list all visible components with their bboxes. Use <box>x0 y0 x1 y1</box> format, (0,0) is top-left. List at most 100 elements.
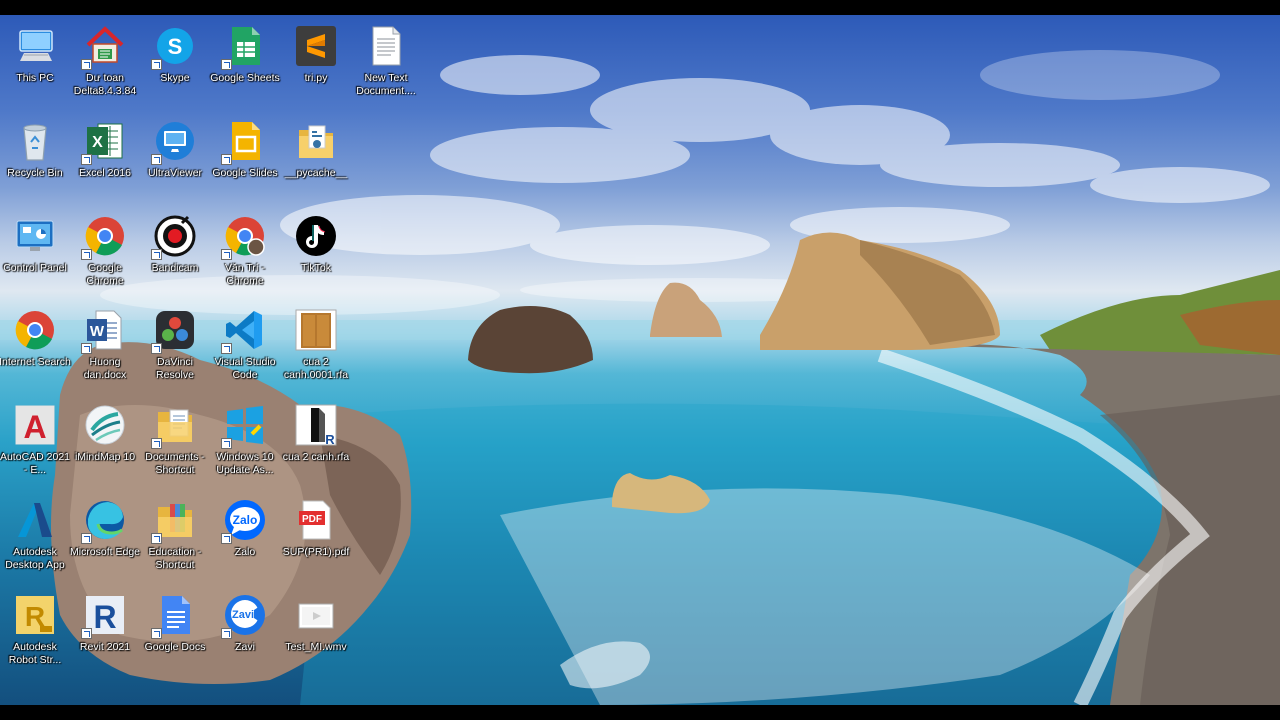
google-sheets-icon <box>221 23 268 70</box>
pdf-icon: PDF <box>293 497 339 543</box>
desktop-icon-davinci-resolve[interactable]: DaVinci Resolve <box>140 307 210 382</box>
icon-label: Education - Shortcut <box>148 546 202 571</box>
desktop-icon-imindmap-10[interactable]: iMindMap 10 <box>70 402 140 464</box>
desktop-icon-microsoft-edge[interactable]: Microsoft Edge <box>70 497 140 559</box>
autodesk-icon <box>12 497 58 543</box>
folder-icon <box>293 118 339 164</box>
desktop-icon-google-docs[interactable]: Google Docs <box>140 592 210 654</box>
revit-family-icon: R <box>293 402 339 448</box>
desktop-icon-test-mi-wmv[interactable]: Test_MI.wmv <box>281 592 351 654</box>
icon-label: Microsoft Edge <box>69 546 141 558</box>
chrome-icon <box>81 213 128 260</box>
icon-label: Google Docs <box>144 641 206 653</box>
shortcut-arrow-icon <box>221 343 232 354</box>
zalo-icon: Zalo <box>221 497 268 544</box>
icon-label: This PC <box>16 72 54 84</box>
icon-label: Huong dan.docx <box>83 356 127 381</box>
desktop-icon-zavi[interactable]: Zavi Zavi <box>210 592 280 654</box>
desktop-icon-van-tri-chrome[interactable]: Văn Trí - Chrome <box>210 213 280 288</box>
desktop-icon-bandicam[interactable]: Bandicam <box>140 213 210 275</box>
desktop-icon-google-chrome[interactable]: Google Chrome <box>70 213 140 288</box>
desktop-icon-visual-studio-code[interactable]: Visual Studio Code <box>210 307 280 382</box>
desktop-icon-tri-py[interactable]: tri.py <box>281 23 351 85</box>
shortcut-arrow-icon <box>151 343 162 354</box>
tiktok-icon <box>293 213 339 259</box>
desktop-icon-autodesk-desktop-app[interactable]: Autodesk Desktop App <box>0 497 70 572</box>
icon-label: DaVinci Resolve <box>156 356 194 381</box>
svg-text:W: W <box>90 323 105 340</box>
desktop-icon-pycache[interactable]: __pycache__ <box>281 118 351 180</box>
icon-label: Autodesk Robot Str... <box>8 641 62 666</box>
bandicam-icon <box>151 213 198 260</box>
shortcut-arrow-icon <box>81 533 92 544</box>
shortcut-arrow-icon <box>81 154 92 165</box>
desktop-icon-control-panel[interactable]: Control Panel <box>0 213 70 275</box>
desktop-icon-autodesk-robot-structural[interactable]: R Autodesk Robot Str... <box>0 592 70 667</box>
desktop-icon-windows-10-update[interactable]: Windows 10 Update As... <box>210 402 280 477</box>
desktop-icon-tiktok[interactable]: TikTok <box>281 213 351 275</box>
svg-text:R: R <box>325 432 335 447</box>
svg-text:X: X <box>92 134 103 151</box>
shortcut-arrow-icon <box>151 533 162 544</box>
video-file-icon <box>293 592 339 638</box>
control-panel-icon <box>12 213 58 259</box>
desktop-icon-sup-pr1-pdf[interactable]: PDF SUP(PR1).pdf <box>281 497 351 559</box>
desktop-icon-education-shortcut[interactable]: Education - Shortcut <box>140 497 210 572</box>
desktop-icon-revit-2021[interactable]: R Revit 2021 <box>70 592 140 654</box>
desktop-icon-excel-2016[interactable]: X Excel 2016 <box>70 118 140 180</box>
svg-text:R: R <box>93 599 116 635</box>
vscode-icon <box>221 307 268 354</box>
desktop-icon-this-pc[interactable]: This PC <box>0 23 70 85</box>
svg-text:Zalo: Zalo <box>233 513 258 527</box>
desktop-icon-new-text-document[interactable]: New Text Document.... <box>351 23 421 98</box>
autocad-icon: A <box>12 402 58 448</box>
computer-icon <box>12 23 58 69</box>
desktop-icon-google-sheets[interactable]: Google Sheets <box>210 23 280 85</box>
desktop-icon-internet-search[interactable]: Internet Search <box>0 307 71 369</box>
shortcut-arrow-icon <box>151 438 162 449</box>
desktop-icon-huong-dan-docx[interactable]: W Huong dan.docx <box>70 307 140 382</box>
desktop-icon-cua-2-canh-0001[interactable]: cua 2 canh.0001.rfa <box>281 307 351 382</box>
google-slides-icon <box>221 118 268 165</box>
desktop-icon-google-slides[interactable]: Google Slides <box>210 118 280 180</box>
desktop-icon-recycle-bin[interactable]: Recycle Bin <box>0 118 70 180</box>
icon-label: iMindMap 10 <box>74 451 136 463</box>
word-document-icon: W <box>81 307 128 354</box>
icon-label: SUP(PR1).pdf <box>282 546 350 558</box>
icon-label: AutoCAD 2021 - E... <box>0 451 71 476</box>
icon-label: Zavi <box>235 641 255 653</box>
desktop-icon-documents-shortcut[interactable]: Documents - Shortcut <box>140 402 210 477</box>
desktop-icon-cua-2-canh-rfa[interactable]: R cua 2 canh.rfa <box>281 402 351 464</box>
chrome-icon <box>12 307 58 353</box>
icon-label: __pycache__ <box>284 167 348 179</box>
icon-label: Revit 2021 <box>79 641 131 653</box>
desktop-icon-zalo[interactable]: Zalo Zalo <box>210 497 280 559</box>
icon-label: Control Panel <box>3 262 67 274</box>
icon-label: Bandicam <box>151 262 199 274</box>
svg-text:S: S <box>168 34 183 59</box>
shortcut-arrow-icon <box>221 628 232 639</box>
icon-label: Google Sheets <box>210 72 280 84</box>
icon-label: cua 2 canh.0001.rfa <box>283 356 349 381</box>
documents-folder-icon <box>151 402 198 449</box>
sublime-text-icon <box>293 23 339 69</box>
desktop-icon-du-toan-delta[interactable]: Dư toan Delta8.4.3.84 <box>70 23 140 98</box>
icon-label: cua 2 canh.rfa <box>282 451 350 463</box>
icon-label: Windows 10 Update As... <box>216 451 274 476</box>
icon-label: Test_MI.wmv <box>285 641 347 653</box>
davinci-resolve-icon <box>151 307 198 354</box>
desktop-icon-ultraviewer[interactable]: UltraViewer <box>140 118 210 180</box>
zavi-icon: Zavi <box>221 592 268 639</box>
windows-update-icon <box>221 402 268 449</box>
icon-label: Documents - Shortcut <box>145 451 205 476</box>
shortcut-arrow-icon <box>81 59 92 70</box>
shortcut-arrow-icon <box>221 533 232 544</box>
icon-label: TikTok <box>301 262 331 274</box>
desktop-icons: This PC Dư toan Delta8.4.3.84 S Skype Go… <box>0 15 1280 705</box>
education-folder-icon <box>151 497 198 544</box>
desktop-icon-skype[interactable]: S Skype <box>140 23 210 85</box>
desktop-icon-autocad-2021[interactable]: A AutoCAD 2021 - E... <box>0 402 70 477</box>
icon-label: Skype <box>160 72 190 84</box>
desktop[interactable]: This PC Dư toan Delta8.4.3.84 S Skype Go… <box>0 15 1280 705</box>
shortcut-arrow-icon <box>151 59 162 70</box>
